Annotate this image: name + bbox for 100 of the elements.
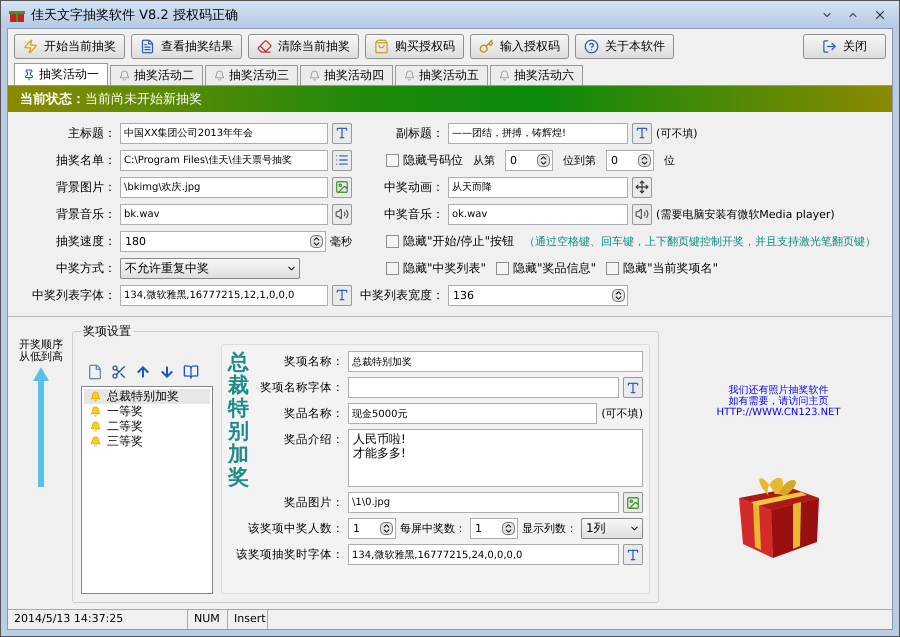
- list-button[interactable]: [332, 150, 352, 170]
- checkbox[interactable]: [496, 262, 510, 274]
- arrow-up-icon: [135, 364, 151, 380]
- checkbox[interactable]: [386, 234, 399, 248]
- toolbar-button[interactable]: 购买授权码: [365, 34, 464, 58]
- lightning-icon: [23, 38, 38, 54]
- bell-icon: [404, 70, 415, 81]
- promo-text: 我们还有照片抽奖软件 如有需要，请访问主页 HTTP://WWW.CN123.NET: [716, 385, 841, 418]
- font-button[interactable]: [623, 377, 643, 398]
- toolbar-button[interactable]: 开始当前抽奖: [14, 34, 125, 58]
- field-label: 副标题：: [395, 124, 444, 142]
- text-field[interactable]: 总裁特别加奖: [348, 351, 643, 372]
- checkbox-label: 隐藏"奖品信息": [513, 260, 596, 276]
- checkbox-label: 隐藏号码位: [403, 152, 463, 168]
- field-label: 奖品图片：: [283, 494, 344, 510]
- speaker-button[interactable]: [632, 204, 652, 224]
- prize-heading: 总裁特别加奖: [228, 351, 249, 492]
- toolbar-button[interactable]: 清除当前抽奖: [248, 34, 359, 58]
- number-field[interactable]: 180: [120, 230, 326, 252]
- image-button[interactable]: [332, 176, 352, 198]
- toolbar-button[interactable]: 关于本软件: [575, 34, 674, 58]
- text-field[interactable]: bk.wav: [120, 204, 328, 224]
- font-icon: [635, 126, 649, 140]
- text-field[interactable]: ok.wav: [448, 204, 628, 224]
- field-label: 该奖项中奖人数：: [247, 520, 344, 536]
- spin-arrows-icon[interactable]: [537, 154, 550, 166]
- number-field[interactable]: 1: [470, 518, 518, 539]
- list-item[interactable]: 一等奖: [84, 404, 210, 419]
- text-field[interactable]: 现金5000元: [348, 403, 598, 424]
- tab[interactable]: 抽奖活动二: [110, 65, 203, 85]
- text-field[interactable]: [348, 377, 619, 398]
- number-field[interactable]: 136: [448, 284, 628, 306]
- status-num: NUM: [188, 610, 228, 629]
- field-label: 背景图片：: [55, 178, 116, 196]
- image-button[interactable]: [623, 492, 643, 513]
- checkbox[interactable]: [386, 262, 399, 274]
- help-icon: [584, 38, 599, 54]
- tab[interactable]: 抽奖活动五: [395, 65, 488, 85]
- eraser-icon: [257, 38, 272, 54]
- tab[interactable]: 抽奖活动四: [300, 65, 393, 85]
- new-file-button[interactable]: [87, 364, 103, 380]
- list-item[interactable]: 总裁特别加奖: [84, 389, 210, 404]
- field-label: 奖项名称：: [283, 353, 344, 369]
- move-up-button[interactable]: [135, 364, 151, 380]
- scissors-button[interactable]: [111, 364, 127, 380]
- book-button[interactable]: [183, 364, 199, 380]
- close-app-button[interactable]: 关闭: [803, 34, 886, 58]
- note-text: (可不填): [656, 126, 698, 140]
- font-button[interactable]: [332, 284, 352, 306]
- order-text: 开奖顺序 从低到高: [19, 339, 63, 363]
- speaker-button[interactable]: [332, 204, 352, 224]
- text-field[interactable]: \1\0.jpg: [348, 492, 619, 513]
- note-text: 位到第: [563, 152, 596, 168]
- toolbar-button[interactable]: 输入授权码: [470, 34, 569, 58]
- field-label: 中奖方式：: [55, 260, 116, 276]
- status-mode: Insert: [228, 610, 268, 629]
- number-field[interactable]: 0: [606, 150, 654, 170]
- spin-arrows-icon[interactable]: [502, 522, 515, 535]
- key-icon: [479, 38, 494, 54]
- font-button[interactable]: [632, 122, 652, 144]
- text-area[interactable]: 人民币啦! 才能多多!: [348, 429, 643, 487]
- text-field[interactable]: 从天而降: [448, 176, 628, 198]
- spin-arrows-icon[interactable]: [612, 288, 625, 302]
- checkbox[interactable]: [606, 262, 620, 274]
- text-field[interactable]: ——团结，拼搏，铸辉煌!: [448, 122, 628, 144]
- field-label: 抽奖速度：: [55, 232, 116, 250]
- toolbar-button[interactable]: 查看抽奖结果: [131, 34, 242, 58]
- list-item[interactable]: 三等奖: [84, 434, 210, 449]
- exit-icon: [822, 38, 837, 54]
- text-field[interactable]: C:\Program Files\佳天\佳天票号抽奖: [120, 150, 328, 170]
- font-button[interactable]: [332, 122, 352, 144]
- checkbox[interactable]: [386, 154, 399, 166]
- tab[interactable]: 抽奖活动三: [205, 65, 298, 85]
- dropdown[interactable]: 1列: [581, 518, 643, 539]
- text-field[interactable]: \bkimg\欢庆.jpg: [120, 176, 328, 198]
- window-title: 佳天文字抽奖软件 V8.2 授权码正确: [31, 6, 239, 24]
- note-text: 位: [664, 152, 675, 168]
- book-icon: [183, 364, 199, 380]
- text-field[interactable]: 134,微软雅黑,16777215,12,1,0,0,0: [120, 284, 328, 306]
- bell-icon: [499, 70, 510, 81]
- font-button[interactable]: [623, 544, 643, 565]
- checkbox-label: 隐藏"当前奖项名": [623, 260, 718, 276]
- move-arrows-button[interactable]: [632, 176, 652, 198]
- text-field[interactable]: 134,微软雅黑,16777215,24,0,0,0,0: [348, 544, 619, 565]
- list-item[interactable]: 二等奖: [84, 419, 210, 434]
- note-text: 毫秒: [330, 234, 352, 248]
- spin-arrows-icon[interactable]: [380, 522, 393, 535]
- dropdown[interactable]: 不允许重复中奖: [120, 258, 300, 278]
- tab[interactable]: 抽奖活动六: [490, 65, 583, 85]
- tab[interactable]: 抽奖活动一: [14, 63, 108, 85]
- up-arrow-icon: [33, 367, 49, 487]
- text-field[interactable]: 中国XX集团公司2013年年会: [120, 122, 328, 144]
- note-text: 从第: [473, 152, 495, 168]
- spin-arrows-icon[interactable]: [310, 234, 323, 248]
- field-label: 该奖项抽奖时字体：: [235, 546, 344, 562]
- number-field[interactable]: 1: [348, 518, 396, 539]
- number-field[interactable]: 0: [505, 150, 553, 170]
- font-icon: [335, 126, 349, 140]
- move-down-button[interactable]: [159, 364, 175, 380]
- spin-arrows-icon[interactable]: [638, 154, 651, 166]
